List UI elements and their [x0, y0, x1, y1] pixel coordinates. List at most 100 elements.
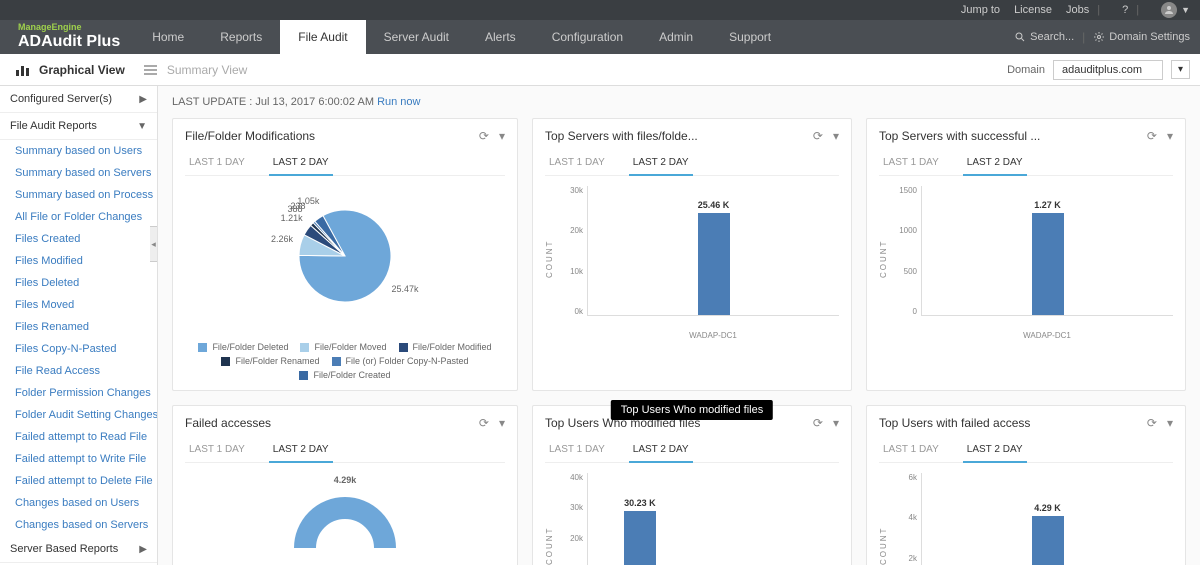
nav-alerts[interactable]: Alerts [467, 20, 534, 54]
sidebar-item[interactable]: Failed attempt to Delete File [0, 470, 157, 492]
menu-icon[interactable]: ▾ [833, 416, 839, 430]
tab-last1[interactable]: LAST 1 DAY [545, 438, 609, 462]
sidebar-item[interactable]: File Read Access [0, 360, 157, 382]
nav-file-audit[interactable]: File Audit [280, 20, 365, 54]
jobs-link[interactable]: Jobs [1066, 4, 1089, 16]
sidebar-item[interactable]: Files Copy-N-Pasted [0, 338, 157, 360]
refresh-icon[interactable]: ⟳ [479, 416, 489, 430]
menu-icon[interactable]: ▾ [499, 416, 505, 430]
nav-admin[interactable]: Admin [641, 20, 711, 54]
tab-last2[interactable]: LAST 2 DAY [963, 151, 1027, 176]
menu-icon[interactable]: ▾ [1167, 129, 1173, 143]
legend-item[interactable]: File/Folder Moved [300, 342, 386, 352]
sidebar-item[interactable]: Changes based on Servers [0, 514, 157, 536]
legend-label: File (or) Folder Copy-N-Pasted [346, 356, 469, 366]
bar[interactable] [1032, 516, 1064, 565]
sidebar-collapse-handle[interactable]: ◂ [150, 226, 158, 262]
bar[interactable] [1032, 213, 1064, 315]
chevron-down-icon: ▼ [137, 121, 147, 132]
sidebar-item[interactable]: Changes based on Users [0, 492, 157, 514]
pie-slice-label: 25.47k [392, 284, 419, 294]
nav-support[interactable]: Support [711, 20, 789, 54]
refresh-icon[interactable]: ⟳ [813, 416, 823, 430]
domain-dropdown-button[interactable]: ▾ [1171, 60, 1190, 79]
menu-icon[interactable]: ▾ [833, 129, 839, 143]
card-title: File/Folder Modifications [185, 129, 315, 143]
legend-item[interactable]: File/Folder Created [299, 370, 390, 380]
pie-svg [185, 186, 505, 326]
plot-area: 25.46 K [587, 186, 839, 316]
sidebar-item[interactable]: Failed attempt to Read File [0, 426, 157, 448]
nav-home[interactable]: Home [134, 20, 202, 54]
content: LAST UPDATE : Jul 13, 2017 6:00:02 AM Ru… [158, 86, 1200, 565]
legend-item[interactable]: File/Folder Deleted [198, 342, 288, 352]
last-update-time: Jul 13, 2017 6:00:02 AM [255, 96, 374, 108]
domain-settings-button[interactable]: Domain Settings [1093, 31, 1190, 43]
tab-last2[interactable]: LAST 2 DAY [629, 438, 693, 463]
last-update-prefix: LAST UPDATE : [172, 96, 255, 108]
sidebar-item[interactable]: Files Deleted [0, 272, 157, 294]
nav-configuration[interactable]: Configuration [534, 20, 641, 54]
sidebar-item[interactable]: Files Modified [0, 250, 157, 272]
tab-last2[interactable]: LAST 2 DAY [269, 438, 333, 463]
card-tooltip: Top Users Who modified files [611, 400, 773, 420]
refresh-icon[interactable]: ⟳ [813, 129, 823, 143]
y-tick: 500 [891, 267, 917, 276]
y-tick: 6k [891, 473, 917, 482]
sidebar-item[interactable]: Folder Permission Changes [0, 382, 157, 404]
sidebar-item[interactable]: Summary based on Process [0, 184, 157, 206]
summary-view-toggle[interactable]: Summary View [143, 63, 247, 77]
nav-reports[interactable]: Reports [202, 20, 280, 54]
menu-icon[interactable]: ▾ [1167, 416, 1173, 430]
run-now-link[interactable]: Run now [377, 96, 420, 108]
legend-item[interactable]: File (or) Folder Copy-N-Pasted [332, 356, 469, 366]
legend-label: File/Folder Modified [413, 342, 492, 352]
tab-last1[interactable]: LAST 1 DAY [879, 151, 943, 175]
y-tick: 20k [557, 534, 583, 543]
tab-last2[interactable]: LAST 2 DAY [269, 151, 333, 176]
chevron-down-icon[interactable]: ▼ [1181, 5, 1190, 15]
sidebar-item[interactable]: All File or Folder Changes [0, 206, 157, 228]
user-avatar[interactable] [1161, 2, 1177, 18]
graphical-view-toggle[interactable]: Graphical View [15, 63, 125, 77]
tab-last2[interactable]: LAST 2 DAY [963, 438, 1027, 463]
help-link[interactable]: ? [1122, 4, 1128, 16]
legend-item[interactable]: File/Folder Modified [399, 342, 492, 352]
y-tick: 0 [891, 307, 917, 316]
domain-select[interactable]: adauditplus.com [1053, 60, 1163, 80]
refresh-icon[interactable]: ⟳ [479, 129, 489, 143]
bar[interactable] [624, 511, 656, 565]
legend-item[interactable]: File/Folder Renamed [221, 356, 319, 366]
tab-last1[interactable]: LAST 1 DAY [545, 151, 609, 175]
sidebar-item[interactable]: Files Created [0, 228, 157, 250]
refresh-icon[interactable]: ⟳ [1147, 129, 1157, 143]
sidebar-section[interactable]: File Audit Reports▼ [0, 113, 157, 140]
nav-server-audit[interactable]: Server Audit [366, 20, 467, 54]
refresh-icon[interactable]: ⟳ [1147, 416, 1157, 430]
legend-swatch [299, 371, 308, 380]
tab-last1[interactable]: LAST 1 DAY [185, 438, 249, 462]
sidebar-item[interactable]: Folder Audit Setting Changes(SACL) [0, 404, 157, 426]
pie-legend: File/Folder Deleted File/Folder Moved File… [185, 342, 505, 380]
jump-to-link[interactable]: Jump to [961, 4, 1000, 16]
sidebar-item[interactable]: Summary based on Users [0, 140, 157, 162]
tab-last1[interactable]: LAST 1 DAY [185, 151, 249, 175]
sidebar-section[interactable]: Server Based Reports▶ [0, 536, 157, 563]
y-tick: 20k [557, 226, 583, 235]
sidebar-section[interactable]: Configured Server(s)▶ [0, 86, 157, 113]
tab-last1[interactable]: LAST 1 DAY [879, 438, 943, 462]
sidebar-item[interactable]: Files Moved [0, 294, 157, 316]
sidebar-item[interactable]: Failed attempt to Write File [0, 448, 157, 470]
summary-label: Summary View [167, 63, 247, 77]
bar[interactable] [698, 213, 730, 315]
sidebar-item[interactable]: Files Renamed [0, 316, 157, 338]
tab-last2[interactable]: LAST 2 DAY [629, 151, 693, 176]
x-label: WADAP-DC1 [1017, 331, 1077, 340]
legend-label: File/Folder Created [313, 370, 390, 380]
menu-icon[interactable]: ▾ [499, 129, 505, 143]
sidebar-item[interactable]: Summary based on Servers [0, 162, 157, 184]
y-axis-label: COUNT [879, 186, 891, 331]
card-top-users-failed: Top Users with failed access ⟳▾ LAST 1 D… [866, 405, 1186, 565]
search-button[interactable]: Search... [1014, 31, 1074, 43]
license-link[interactable]: License [1014, 4, 1052, 16]
